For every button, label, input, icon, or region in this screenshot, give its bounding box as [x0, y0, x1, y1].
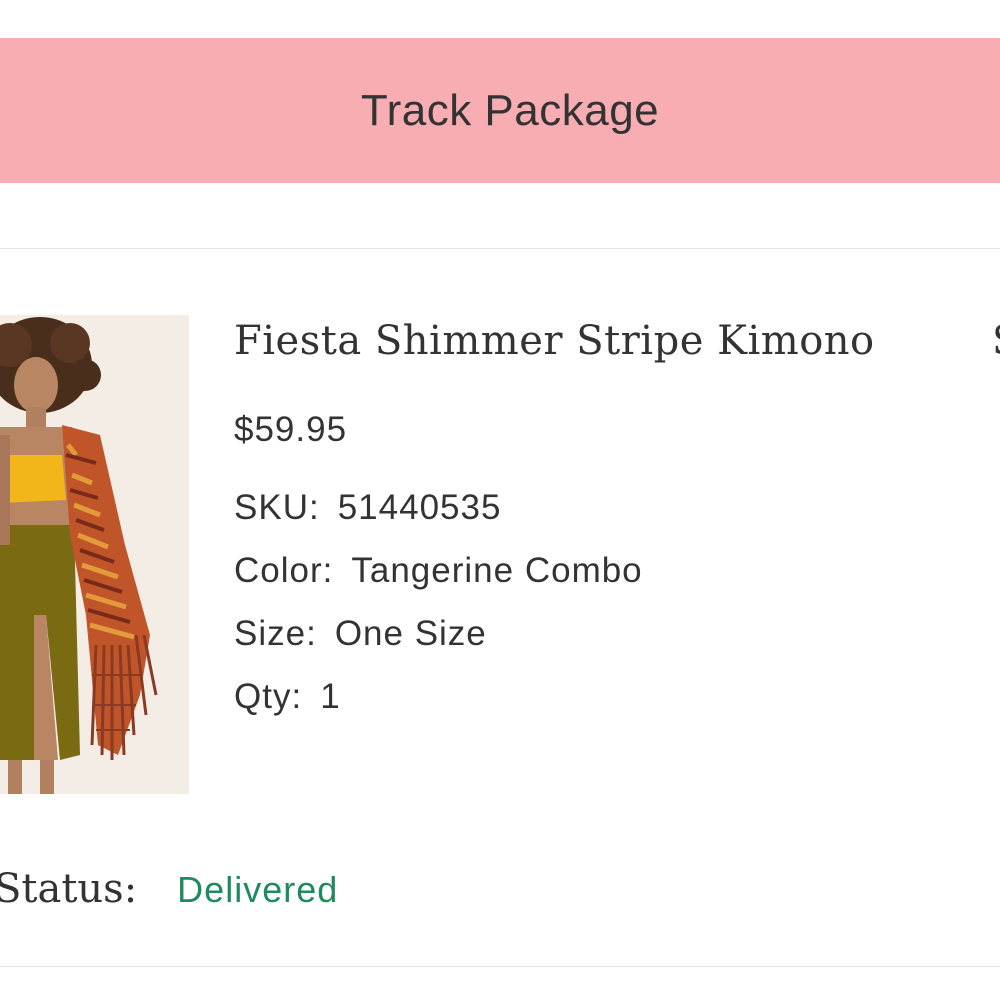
color-label: Color:	[234, 551, 334, 590]
track-package-button[interactable]: Track Package	[0, 38, 1000, 183]
product-image[interactable]	[0, 315, 189, 794]
qty-label: Qty:	[234, 677, 303, 716]
status-value: Delivered	[177, 869, 339, 910]
sku-label: SKU:	[234, 488, 320, 527]
product-size: Size: One Size	[234, 614, 487, 654]
order-item-page: Track Package Fiesta Shimmer Stripe Kimo…	[0, 0, 1000, 1000]
product-sku: SKU: 51440535	[234, 488, 501, 528]
product-qty: Qty: 1	[234, 677, 341, 717]
color-value: Tangerine Combo	[351, 551, 643, 590]
track-package-label: Track Package	[360, 85, 660, 135]
order-status: Status: Delivered	[0, 866, 338, 912]
qty-value: 1	[320, 677, 341, 716]
product-color: Color: Tangerine Combo	[234, 551, 643, 591]
size-value: One Size	[334, 614, 487, 653]
product-title-overflow: S	[992, 318, 1000, 364]
product-title[interactable]: Fiesta Shimmer Stripe Kimono	[234, 318, 875, 364]
divider	[0, 248, 1000, 249]
size-label: Size:	[234, 614, 317, 653]
status-label: Status:	[0, 866, 138, 912]
divider	[0, 966, 1000, 967]
product-photo	[0, 315, 189, 794]
product-price: $59.95	[234, 410, 348, 449]
sku-value: 51440535	[337, 488, 502, 527]
